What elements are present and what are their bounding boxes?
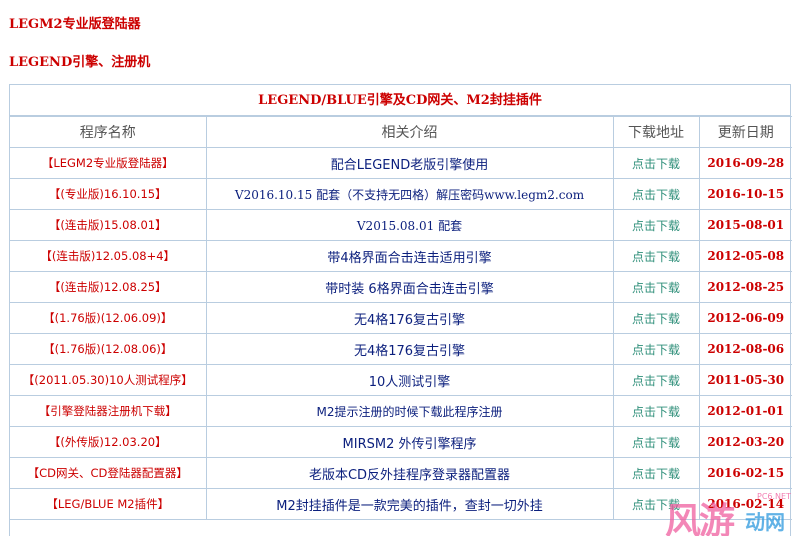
program-description: V2016.10.15 配套（不支持无四格）解压密码www.legm2.com [205,178,614,210]
download-link[interactable]: 点击下载 [612,147,700,179]
column-header-name: 程序名称 [10,116,207,148]
program-description: 无4格176复古引擎 [205,302,614,334]
program-description: 无4格176复古引擎 [205,333,614,365]
update-date: 2016-09-28 [698,147,792,179]
program-description: V2015.08.01 配套 [205,209,614,241]
program-name: 【(连击版)12.08.25】 [10,271,207,303]
program-name: 【LEGM2专业版登陆器】 [10,147,207,179]
table-row: 【(连击版)12.05.08+4】 带4格界面合击连击适用引擎 点击下载 201… [10,240,792,272]
download-link[interactable]: 点击下载 [612,426,700,458]
update-date: 2016-02-14 [698,488,792,520]
table-row: 【LEGM2专业版登陆器】 配合LEGEND老版引擎使用 点击下载 2016-0… [10,147,792,179]
program-name: 【(专业版)16.10.15】 [10,178,207,210]
program-description: 带时装 6格界面合击连击引擎 [205,271,614,303]
update-date: 2012-08-06 [698,333,792,365]
table-row: 【LEG/BLUE M2插件】 M2封挂插件是一款完美的插件，查封一切外挂 点击… [10,488,792,520]
program-description: M2提示注册的时候下载此程序注册 [205,395,614,427]
column-header-description: 相关介绍 [205,116,614,148]
download-link[interactable]: 点击下载 [612,457,700,489]
table-row: 【(连击版)15.08.01】 V2015.08.01 配套 点击下载 2015… [10,209,792,241]
column-header-download: 下载地址 [612,116,700,148]
program-name: 【(外传版)12.03.20】 [10,426,207,458]
page-heading-legend: LEGEND引擎、注册机 [9,55,151,70]
program-name: 【引擎登陆器注册机下载】 [10,395,207,427]
table-row: 【(专业版)16.10.15】 V2016.10.15 配套（不支持无四格）解压… [10,178,792,210]
program-description: MIRSM2 外传引擎程序 [205,426,614,458]
table-row: 【(1.76版)(12.06.09)】 无4格176复古引擎 点击下载 2012… [10,302,792,334]
table-row: 【(1.76版)(12.08.06)】 无4格176复古引擎 点击下载 2012… [10,333,792,365]
update-date: 2012-01-01 [698,395,792,427]
program-description: 带4格界面合击连击适用引擎 [205,240,614,272]
table-row: 【(2011.05.30)10人测试程序】 10人测试引擎 点击下载 2011-… [10,364,792,396]
update-date: 2015-08-01 [698,209,792,241]
table-header-row: 程序名称 相关介绍 下载地址 更新日期 [10,116,792,148]
download-panel: LEGEND/BLUE引擎及CD网关、M2封挂插件 程序名称 相关介绍 下载地址… [9,84,792,536]
update-date: 2012-08-25 [698,271,792,303]
program-name: 【(2011.05.30)10人测试程序】 [10,364,207,396]
download-link[interactable]: 点击下载 [612,488,700,520]
program-name: 【CD网关、CD登陆器配置器】 [10,457,207,489]
download-link[interactable]: 点击下载 [612,302,700,334]
table-row: 【引擎登陆器注册机下载】 M2提示注册的时候下载此程序注册 点击下载 2012-… [10,395,792,427]
program-description: 10人测试引擎 [205,364,614,396]
table-row: 【CD网关、CD登陆器配置器】 老版本CD反外挂程序登录器配置器 点击下载 20… [10,457,792,489]
program-name: 【(1.76版)(12.08.06)】 [10,333,207,365]
update-date: 2012-06-09 [698,302,792,334]
column-header-date: 更新日期 [698,116,792,148]
program-name: 【(连击版)15.08.01】 [10,209,207,241]
download-link[interactable]: 点击下载 [612,271,700,303]
update-date: 2011-05-30 [698,364,792,396]
table-row: 【(外传版)12.03.20】 MIRSM2 外传引擎程序 点击下载 2012-… [10,426,792,458]
update-date: 2016-02-15 [698,457,792,489]
program-name: 【(1.76版)(12.06.09)】 [10,302,207,334]
download-link[interactable]: 点击下载 [612,209,700,241]
page-heading-legm2: LEGM2专业版登陆器 [9,17,141,32]
download-link[interactable]: 点击下载 [612,395,700,427]
program-name: 【(连击版)12.05.08+4】 [10,240,207,272]
update-date: 2012-03-20 [698,426,792,458]
download-link[interactable]: 点击下载 [612,240,700,272]
program-description: M2封挂插件是一款完美的插件，查封一切外挂 [205,488,614,520]
program-description: 老版本CD反外挂程序登录器配置器 [205,457,614,489]
download-link[interactable]: 点击下载 [612,364,700,396]
program-description: 配合LEGEND老版引擎使用 [205,147,614,179]
update-date: 2012-05-08 [698,240,792,272]
program-name: 【LEG/BLUE M2插件】 [10,488,207,520]
download-link[interactable]: 点击下载 [612,333,700,365]
update-date: 2016-10-15 [698,178,792,210]
download-link[interactable]: 点击下载 [612,178,700,210]
table-row: 【(连击版)12.08.25】 带时装 6格界面合击连击引擎 点击下载 2012… [10,271,792,303]
download-table: 程序名称 相关介绍 下载地址 更新日期 【LEGM2专业版登陆器】 配合LEGE… [10,116,792,520]
panel-title: LEGEND/BLUE引擎及CD网关、M2封挂插件 [10,85,790,116]
